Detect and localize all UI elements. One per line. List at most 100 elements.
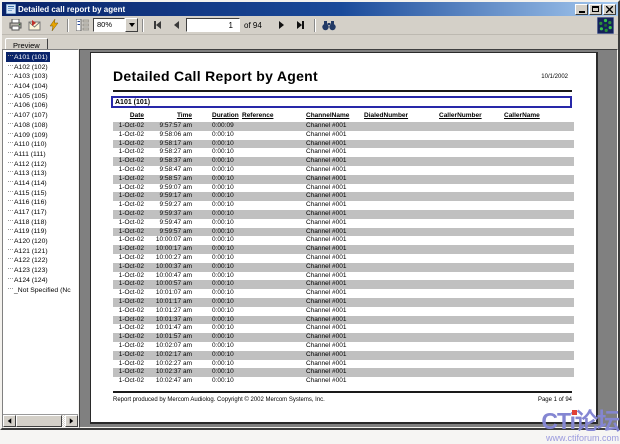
scrollbar-thumb[interactable] (16, 415, 62, 427)
table-cell: 1-Oct-02 (113, 342, 147, 351)
tree-item-agent[interactable]: A119 (119) (6, 226, 49, 236)
table-cell (363, 140, 438, 149)
scroll-left-button[interactable] (3, 415, 16, 427)
tree-item-agent[interactable]: A109 (109) (6, 130, 50, 140)
table-row: 1-Oct-029:58:57 am0:00:10Channel #001 (113, 175, 574, 184)
sidebar-horizontal-scrollbar[interactable] (3, 414, 78, 427)
close-button[interactable] (603, 4, 616, 15)
table-cell: 0:00:10 (195, 377, 241, 386)
table-cell (438, 219, 503, 228)
table-cell (363, 254, 438, 263)
table-row: 1-Oct-029:58:06 am0:00:10Channel #001 (113, 131, 574, 140)
tree-item-agent[interactable]: A102 (102) (6, 62, 50, 72)
table-cell (241, 228, 305, 237)
table-cell (363, 307, 438, 316)
table-cell: Channel #001 (305, 201, 363, 210)
table-cell (503, 280, 574, 289)
tree-item-agent[interactable]: A116 (116) (6, 197, 49, 207)
table-cell (438, 184, 503, 193)
refresh-button[interactable] (44, 17, 63, 34)
table-cell: 0:00:09 (195, 122, 241, 131)
zoom-combo[interactable]: 80% (93, 18, 138, 32)
next-page-button[interactable] (272, 17, 291, 34)
table-cell: 10:00:37 am (147, 263, 195, 272)
scroll-right-button[interactable] (65, 415, 78, 427)
table-cell (363, 289, 438, 298)
table-cell: 1-Oct-02 (113, 192, 147, 201)
scrollbar-track[interactable] (16, 415, 65, 427)
tree-item-agent[interactable]: A114 (114) (6, 178, 49, 188)
tree-item-agent[interactable]: A122 (122) (6, 255, 50, 265)
table-cell: 10:00:47 am (147, 272, 195, 281)
print-button[interactable] (6, 17, 25, 34)
tree-item-agent[interactable]: A101 (101) (6, 52, 50, 62)
table-cell: Channel #001 (305, 263, 363, 272)
tree-item-agent[interactable]: A111 (111) (6, 149, 48, 159)
tree-item-agent[interactable]: A121 (121) (6, 246, 50, 256)
tree-item-agent[interactable]: A103 (103) (6, 71, 50, 81)
first-page-button[interactable] (148, 17, 167, 34)
previous-page-button[interactable] (167, 17, 186, 34)
maximize-button[interactable] (589, 4, 602, 15)
table-cell: 0:00:10 (195, 131, 241, 140)
table-cell: 0:00:10 (195, 316, 241, 325)
table-cell (438, 333, 503, 342)
tree-item-agent[interactable]: A113 (113) (6, 168, 49, 178)
table-cell: 0:00:10 (195, 289, 241, 298)
tree-item-agent[interactable]: A117 (117) (6, 207, 49, 217)
table-cell (363, 316, 438, 325)
table-cell (438, 360, 503, 369)
table-cell (438, 289, 503, 298)
tree-item-agent[interactable]: A104 (104) (6, 81, 50, 91)
page-count-label: of 94 (244, 21, 262, 30)
tree-item-agent[interactable]: A108 (108) (6, 120, 50, 130)
tree-item-agent[interactable]: A118 (118) (6, 217, 49, 227)
table-row: 1-Oct-029:57:57 am0:00:09Channel #001 (113, 122, 574, 131)
page-number-input[interactable] (186, 18, 240, 32)
toolbar-separator (142, 19, 144, 32)
table-cell: 9:58:57 am (147, 175, 195, 184)
table-cell: 0:00:10 (195, 219, 241, 228)
table-cell: Channel #001 (305, 254, 363, 263)
tree-item-agent[interactable]: A123 (123) (6, 265, 50, 275)
table-cell (438, 201, 503, 210)
tree-item-agent[interactable]: A112 (112) (6, 159, 49, 169)
tree-item-agent[interactable]: A107 (107) (6, 110, 50, 120)
tree-item-agent[interactable]: A124 (124) (6, 275, 50, 285)
tree-item-agent[interactable]: A120 (120) (6, 236, 50, 246)
export-button[interactable] (25, 17, 44, 34)
zoom-dropdown-button[interactable] (125, 18, 138, 32)
last-page-button[interactable] (291, 17, 310, 34)
table-cell: 1-Oct-02 (113, 131, 147, 140)
table-cell (241, 236, 305, 245)
table-cell: Channel #001 (305, 122, 363, 131)
table-cell (503, 333, 574, 342)
table-cell (503, 368, 574, 377)
table-cell (241, 131, 305, 140)
tree-item-agent[interactable]: _Not Specified (Nc (6, 285, 73, 295)
table-cell (503, 316, 574, 325)
table-row: 1-Oct-0210:01:17 am0:00:10Channel #001 (113, 298, 574, 307)
table-row: 1-Oct-029:58:37 am0:00:10Channel #001 (113, 157, 574, 166)
table-cell (241, 184, 305, 193)
table-row: 1-Oct-0210:02:37 am0:00:10Channel #001 (113, 368, 574, 377)
tree-item-agent[interactable]: A110 (110) (6, 139, 49, 149)
table-row: 1-Oct-029:59:37 am0:00:10Channel #001 (113, 210, 574, 219)
search-button[interactable] (320, 17, 339, 34)
footer-copyright: Report produced by Mercom Audiolog. Copy… (113, 397, 325, 403)
tree-item-agent[interactable]: A105 (105) (6, 91, 50, 101)
table-row: 1-Oct-029:58:27 am0:00:10Channel #001 (113, 148, 574, 157)
table-cell (241, 368, 305, 377)
group-tree-panel: A101 (101)A102 (102)A103 (103)A104 (104)… (2, 49, 79, 428)
report-viewer[interactable]: Detailed Call Report by Agent 10/1/2002 … (79, 49, 618, 428)
table-cell (503, 122, 574, 131)
table-cell: 1-Oct-02 (113, 228, 147, 237)
tree-item-agent[interactable]: A106 (106) (6, 100, 50, 110)
toggle-group-tree-button[interactable] (73, 17, 92, 34)
table-cell: Channel #001 (305, 289, 363, 298)
table-cell: 1-Oct-02 (113, 360, 147, 369)
table-cell: Channel #001 (305, 351, 363, 360)
table-cell (503, 166, 574, 175)
tree-item-agent[interactable]: A115 (115) (6, 188, 49, 198)
minimize-button[interactable] (575, 4, 588, 15)
